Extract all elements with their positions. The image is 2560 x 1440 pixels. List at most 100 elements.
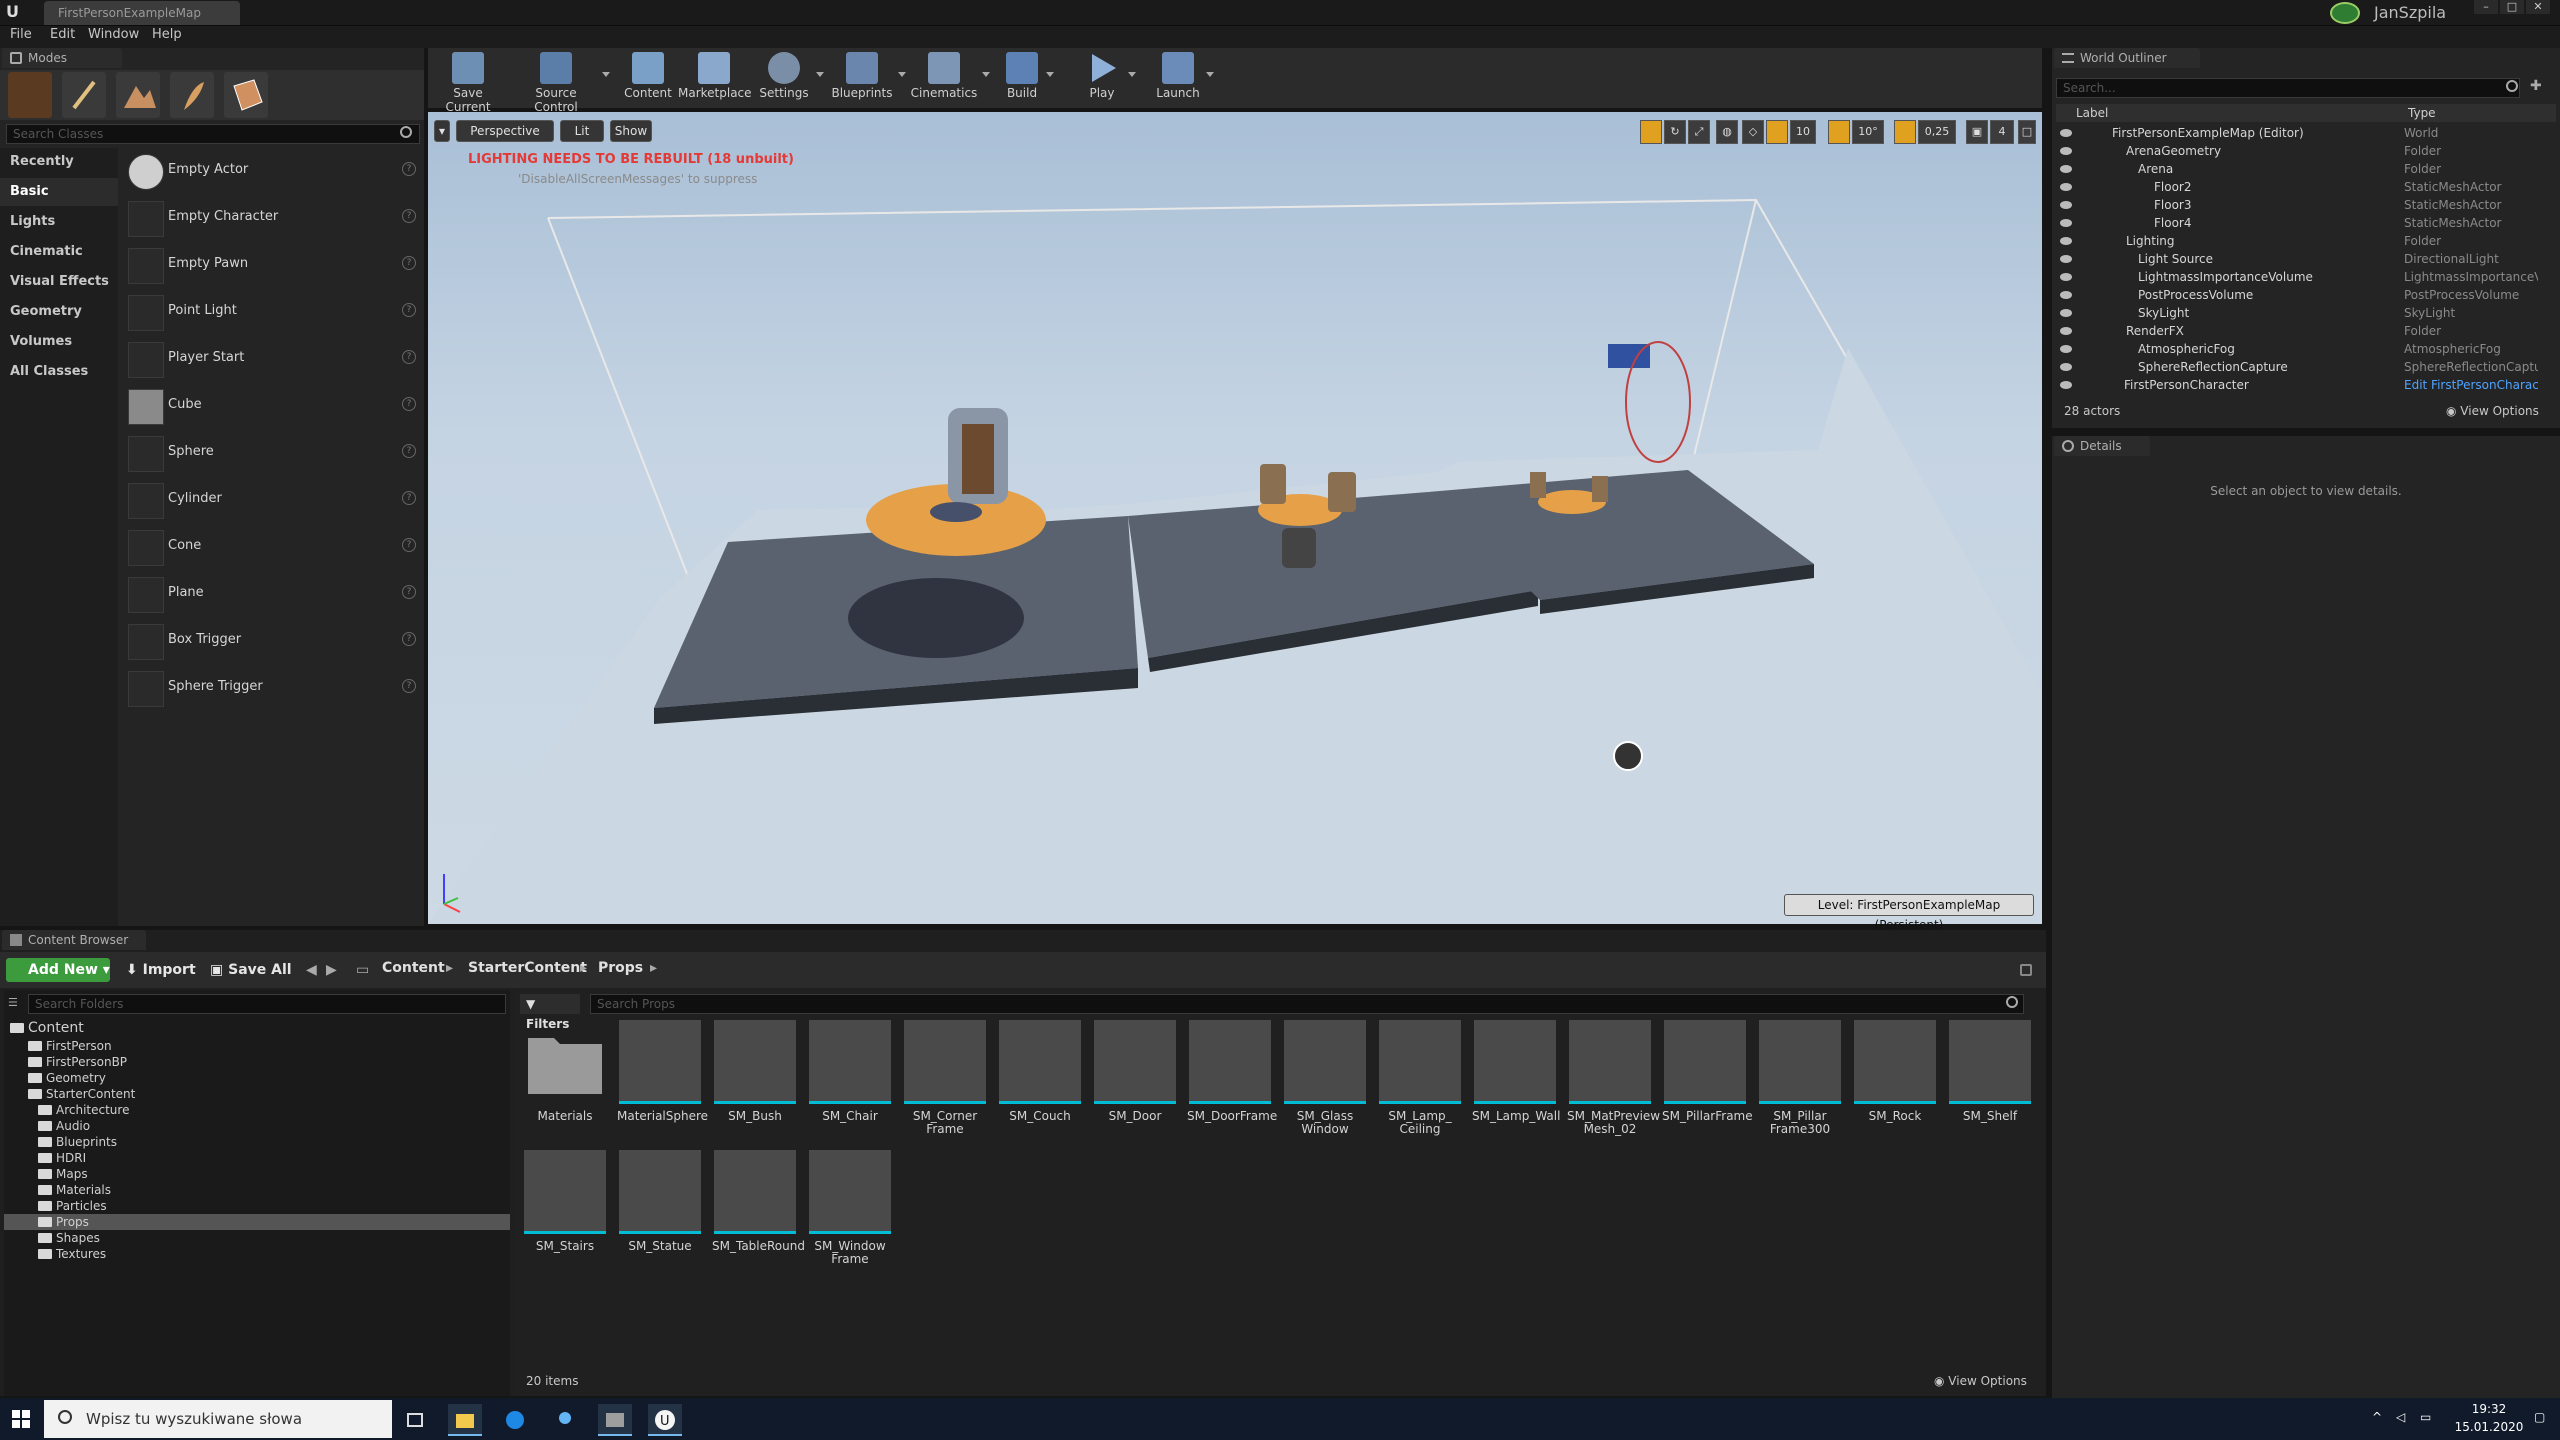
outliner-row[interactable]: Arena Folder [2056, 160, 2540, 178]
perspective-button[interactable]: Perspective [456, 120, 554, 142]
column-type[interactable]: Type [2408, 106, 2436, 120]
asset-tile[interactable]: SM_Statue [617, 1150, 703, 1278]
class-plane[interactable]: Plane? [124, 573, 420, 617]
outliner-row[interactable]: Floor4 StaticMeshActor [2056, 214, 2540, 232]
viewport-options-button[interactable]: ▾ [434, 120, 450, 142]
asset-tile[interactable]: SM_DoorFrame [1187, 1020, 1277, 1148]
asset-tile[interactable]: SM_Door [1092, 1020, 1178, 1148]
asset-tile[interactable]: MaterialSphere [617, 1020, 708, 1148]
place-mode-icon[interactable] [8, 72, 52, 118]
eye-icon[interactable] [2060, 200, 2072, 210]
asset-tile[interactable]: SM_Couch [997, 1020, 1083, 1148]
menu-window[interactable]: Window [88, 27, 139, 42]
asset-tile[interactable]: SM_PillarFrame [1662, 1020, 1753, 1148]
outliner-view-options-button[interactable]: ◉ View Options [2446, 404, 2539, 418]
surface-snap-icon[interactable]: ◇ [1742, 120, 1764, 144]
save-current-button[interactable]: Save Current [432, 50, 504, 114]
class-sphere[interactable]: Sphere? [124, 432, 420, 476]
category-lights[interactable]: Lights [0, 208, 118, 236]
scale-snap-icon[interactable] [1894, 120, 1916, 144]
clock-date[interactable]: 15.01.2020 [2444, 1420, 2534, 1434]
folder-shapes[interactable]: Shapes [38, 1230, 100, 1246]
taskbar-search-input[interactable]: Wpisz tu wyszukiwane słowa [44, 1400, 392, 1438]
menu-edit[interactable]: Edit [50, 27, 75, 42]
filters-button[interactable]: ▼ Filters [520, 994, 580, 1031]
class-cone[interactable]: Cone? [124, 526, 420, 570]
asset-tile[interactable]: SM_Lamp_Wall [1472, 1020, 1560, 1148]
help-icon[interactable]: ? [402, 397, 416, 411]
unreal-engine-icon[interactable]: U [648, 1404, 682, 1436]
class-empty-character[interactable]: Empty Character? [124, 197, 420, 241]
class-cube[interactable]: Cube? [124, 385, 420, 429]
maps-icon[interactable] [548, 1404, 582, 1436]
tab-world-outliner[interactable]: World Outliner [2054, 48, 2200, 68]
minimize-icon[interactable]: – [2474, 0, 2498, 14]
tab-content-browser[interactable]: Content Browser [2, 930, 146, 950]
class-player-start[interactable]: Player Start? [124, 338, 420, 382]
grid-snap-icon[interactable] [1766, 120, 1788, 144]
notifications-icon[interactable]: ▢ [2534, 1410, 2550, 1426]
asset-tile[interactable]: SM_Pillar Frame300 [1757, 1020, 1843, 1148]
outliner-row[interactable]: ArenaGeometry Folder [2056, 142, 2540, 160]
rotation-snap-value[interactable]: 10° [1852, 120, 1884, 144]
class-sphere-trigger[interactable]: Sphere Trigger? [124, 667, 420, 711]
folder-architecture[interactable]: Architecture [38, 1102, 129, 1118]
folder-first-person-bp[interactable]: FirstPersonBP [28, 1054, 127, 1070]
class-empty-pawn[interactable]: Empty Pawn? [124, 244, 420, 288]
outliner-row[interactable]: RenderFX Folder [2056, 322, 2540, 340]
lit-button[interactable]: Lit [560, 120, 604, 142]
asset-tile[interactable]: SM_Rock [1852, 1020, 1938, 1148]
maximize-viewport-icon[interactable]: □ [2018, 120, 2036, 144]
asset-materials-folder[interactable]: Materials [522, 1020, 608, 1148]
asset-tile[interactable]: SM_Bush [712, 1020, 798, 1148]
rotate-icon[interactable]: ↻ [1664, 120, 1686, 144]
clock-time[interactable]: 19:32 [2454, 1402, 2524, 1416]
scale-snap-value[interactable]: 0,25 [1918, 120, 1956, 144]
cinematics-button[interactable]: Cinematics [910, 50, 990, 108]
search-props-input[interactable]: Search Props [590, 994, 2024, 1014]
category-cinematic[interactable]: Cinematic [0, 238, 118, 266]
class-point-light[interactable]: Point Light? [124, 291, 420, 335]
folder-first-person[interactable]: FirstPerson [28, 1038, 112, 1054]
eye-icon[interactable] [2060, 344, 2072, 354]
add-folder-icon[interactable]: ✚ [2530, 78, 2548, 96]
breadcrumb-starter-content[interactable]: StarterContent [468, 960, 587, 976]
user-avatar-icon[interactable] [2330, 2, 2360, 24]
search-folders-input[interactable]: Search Folders [28, 994, 506, 1014]
breadcrumb-content[interactable]: Content [382, 960, 445, 976]
folder-maps[interactable]: Maps [38, 1166, 88, 1182]
menu-help[interactable]: Help [152, 27, 182, 42]
folder-geometry[interactable]: Geometry [28, 1070, 106, 1086]
category-geometry[interactable]: Geometry [0, 298, 118, 326]
help-icon[interactable]: ? [402, 585, 416, 599]
asset-tile[interactable]: SM_MatPreview Mesh_02 [1567, 1020, 1660, 1148]
eye-icon[interactable] [2060, 218, 2072, 228]
close-icon[interactable]: ✕ [2526, 0, 2550, 14]
scale-icon[interactable]: ⤢ [1688, 120, 1710, 144]
windows-start-icon[interactable] [6, 1406, 36, 1432]
eye-icon[interactable] [2060, 128, 2072, 138]
outliner-row[interactable]: LightmassImportanceVolume LightmassImport… [2056, 268, 2540, 286]
build-button[interactable]: Build [1002, 50, 1054, 108]
world-local-icon[interactable]: ◍ [1716, 120, 1738, 144]
chevron-up-icon[interactable]: ^ [2372, 1410, 2386, 1424]
source-control-button[interactable]: Source Control [514, 50, 610, 114]
task-view-icon[interactable] [398, 1404, 432, 1436]
show-button[interactable]: Show [610, 120, 652, 142]
outliner-row[interactable]: AtmosphericFog AtmosphericFog [2056, 340, 2540, 358]
asset-tile[interactable]: SM_Corner Frame [902, 1020, 988, 1148]
asset-tile[interactable]: SM_Window Frame [807, 1150, 893, 1278]
help-icon[interactable]: ? [402, 632, 416, 646]
asset-tile[interactable]: SM_Stairs [522, 1150, 608, 1278]
file-explorer-icon[interactable] [448, 1404, 482, 1436]
add-new-button[interactable]: Add New ▾ [6, 958, 110, 982]
outliner-row[interactable]: FirstPersonCharacter Edit FirstPersonChar… [2056, 376, 2540, 394]
forward-arrow-icon[interactable]: ▶ [326, 958, 337, 982]
outliner-row[interactable]: PostProcessVolume PostProcessVolume [2056, 286, 2540, 304]
folder-content[interactable]: Content [10, 1020, 84, 1036]
tab-modes[interactable]: Modes [2, 48, 122, 68]
eye-icon[interactable] [2060, 182, 2072, 192]
help-icon[interactable]: ? [402, 679, 416, 693]
outliner-row[interactable]: Floor2 StaticMeshActor [2056, 178, 2540, 196]
outliner-row[interactable]: SphereReflectionCapture SphereReflectionC… [2056, 358, 2540, 376]
